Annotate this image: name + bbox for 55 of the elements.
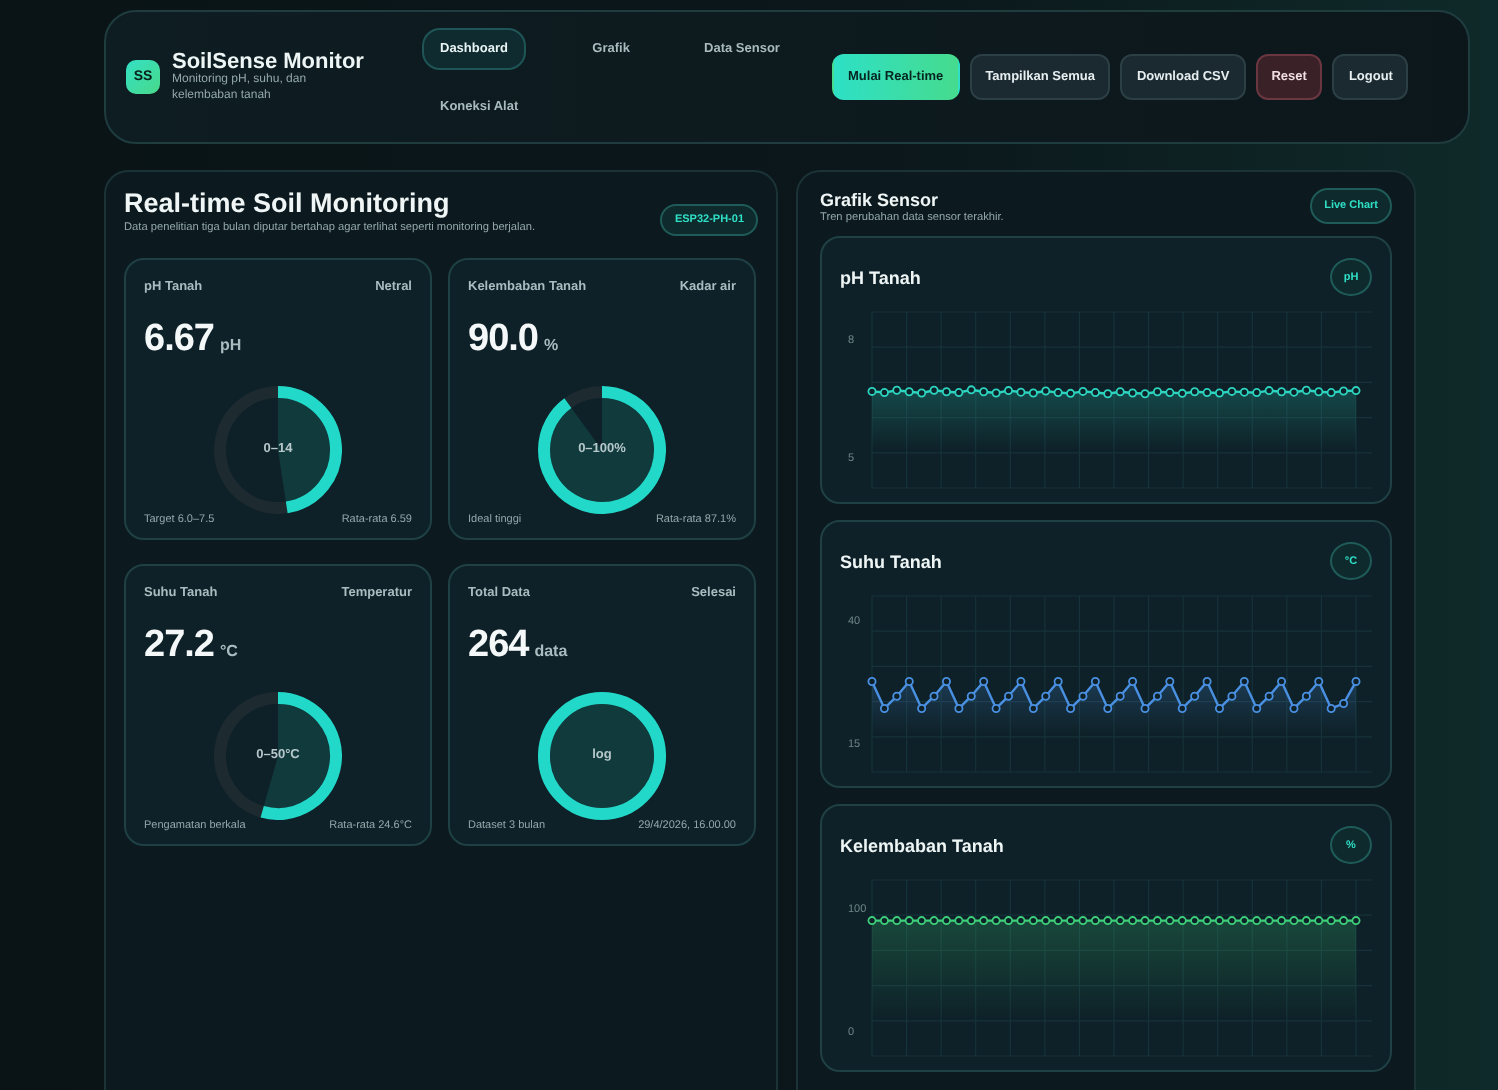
point: [1264, 691, 1274, 701]
sensor-unit: %: [543, 336, 559, 354]
sensor-unit: °C: [219, 642, 238, 660]
panel-title: Real-time Soil Monitoring: [124, 188, 452, 218]
point: [1016, 677, 1026, 687]
point: [1190, 691, 1200, 701]
point: [1239, 677, 1249, 687]
point: [1004, 691, 1014, 701]
sensor-unit: data: [534, 642, 568, 660]
point: [1078, 691, 1088, 701]
chart-title: Kelembaban Tanah: [840, 835, 1004, 855]
point: [1090, 677, 1100, 687]
sensor-value: 264: [468, 624, 529, 668]
point: [1277, 677, 1287, 687]
point: [867, 677, 877, 687]
sensor-unit: pH: [219, 336, 242, 354]
point: [1140, 703, 1150, 713]
point: [1053, 677, 1063, 687]
point: [1152, 691, 1162, 701]
point: [1326, 703, 1336, 713]
point: [991, 703, 1001, 713]
point: [879, 703, 889, 713]
panel-title: Grafik Sensor: [820, 189, 941, 209]
point: [1351, 677, 1361, 687]
sensor-value: 27.2: [144, 624, 214, 668]
sensor-value: 6.67: [144, 318, 214, 362]
point: [1128, 677, 1138, 687]
chart-title: Suhu Tanah: [840, 551, 942, 571]
point: [1301, 691, 1311, 701]
point: [892, 691, 902, 701]
point: [1289, 703, 1299, 713]
point: [1227, 691, 1237, 701]
point: [929, 691, 939, 701]
point: [1177, 703, 1187, 713]
point: [1314, 677, 1324, 687]
gauge-track: [564, 386, 603, 409]
point: [1103, 703, 1113, 713]
app-title: SoilSense Monitor: [172, 50, 364, 74]
point: [954, 703, 964, 713]
point: [904, 677, 914, 687]
chart-title: pH Tanah: [840, 267, 921, 287]
point: [917, 703, 927, 713]
point: [966, 691, 976, 701]
sensor-value: 90.0: [468, 318, 538, 362]
point: [979, 677, 989, 687]
point: [1202, 677, 1212, 687]
point: [1115, 691, 1125, 701]
point: [941, 677, 951, 687]
point: [1066, 703, 1076, 713]
point: [1252, 703, 1262, 713]
point: [1165, 677, 1175, 687]
point: [1028, 703, 1038, 713]
point: [1214, 703, 1224, 713]
point: [1041, 691, 1051, 701]
point: [1339, 699, 1349, 709]
